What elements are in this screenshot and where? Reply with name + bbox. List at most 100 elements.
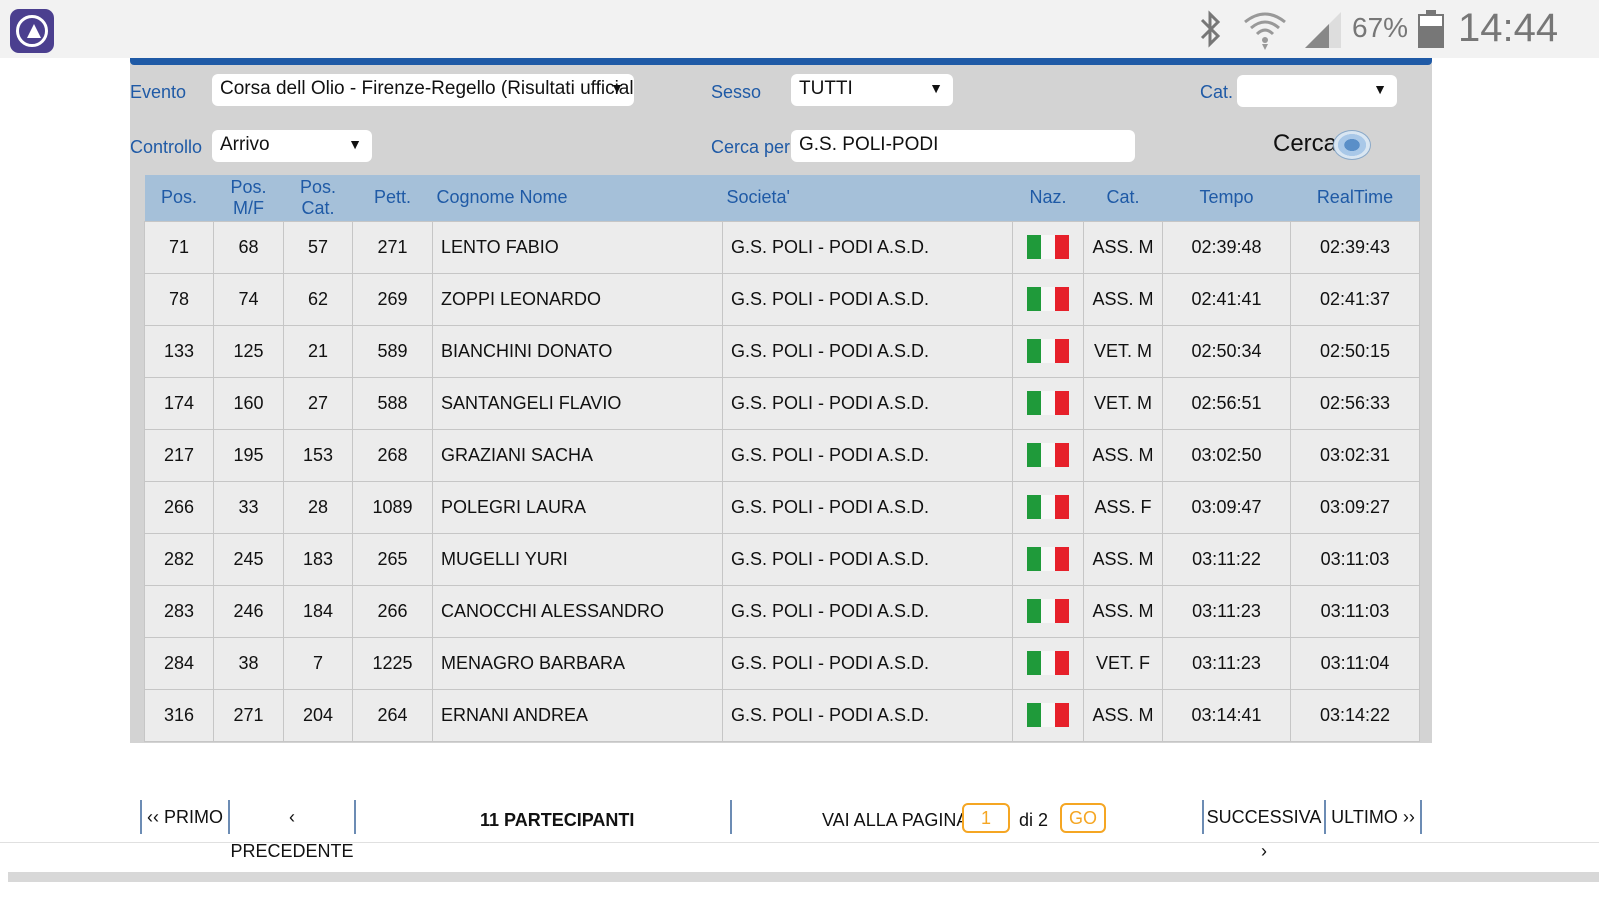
cell-pos: 174 (144, 376, 214, 430)
cell-tempo: 03:02:50 (1162, 428, 1291, 482)
cell-cat: ASS. M (1083, 272, 1163, 326)
cell-societa: G.S. POLI - PODI A.S.D. (722, 376, 1013, 430)
table-row[interactable]: 78 74 62 269 ZOPPI LEONARDO G.S. POLI - PODI … (144, 272, 1420, 326)
pagination: ‹‹ PRIMO ‹ PRECEDENTE 11 PARTECIPANTI VA… (0, 790, 1599, 861)
cell-realtime: 03:11:03 (1290, 532, 1420, 586)
precedente-button[interactable]: ‹ PRECEDENTE (228, 800, 356, 861)
cell-cat: ASS. M (1083, 584, 1163, 638)
col-naz[interactable]: Naz. (1012, 175, 1084, 221)
cell-naz (1012, 428, 1084, 482)
cell-nome: ZOPPI LEONARDO (432, 272, 723, 326)
cell-realtime: 02:39:43 (1290, 220, 1420, 274)
cell-pos-cat: 57 (283, 220, 353, 274)
bottom-scrollbar[interactable] (8, 872, 1599, 882)
cell-realtime: 03:11:03 (1290, 584, 1420, 638)
table-row[interactable]: 174 160 27 588 SANTANGELI FLAVIO G.S. POLI - … (144, 376, 1420, 430)
cell-cat: VET. F (1083, 636, 1163, 690)
table-row[interactable]: 133 125 21 589 BIANCHINI DONATO G.S. POLI - P… (144, 324, 1420, 378)
table-header-row: Pos. Pos. M/F Pos. Cat. Pett. Cognome No… (144, 175, 1420, 221)
cell-realtime: 02:50:15 (1290, 324, 1420, 378)
participants-count: 11 PARTECIPANTI (480, 810, 635, 830)
table-row[interactable]: 283 246 184 266 CANOCCHI ALESSANDRO G.S. POLI… (144, 584, 1420, 638)
cell-tempo: 02:41:41 (1162, 272, 1291, 326)
cell-pos-cat: 62 (283, 272, 353, 326)
cat-select[interactable]: ▼ (1237, 75, 1397, 107)
cell-societa: G.S. POLI - PODI A.S.D. (722, 688, 1013, 742)
cell-pett: 269 (352, 272, 433, 326)
cell-cat: ASS. M (1083, 532, 1163, 586)
table-row[interactable]: 316 271 204 264 ERNANI ANDREA G.S. POLI - POD… (144, 688, 1420, 742)
cell-nome: BIANCHINI DONATO (432, 324, 723, 378)
cell-pett: 271 (352, 220, 433, 274)
primo-button[interactable]: ‹‹ PRIMO (140, 800, 228, 834)
cell-pos: 133 (144, 324, 214, 378)
cell-pos-mf: 245 (213, 532, 284, 586)
cell-tempo: 02:56:51 (1162, 376, 1291, 430)
cell-tempo: 03:14:41 (1162, 688, 1291, 742)
table-row[interactable]: 284 38 7 1225 MENAGRO BARBARA G.S. POLI - POD… (144, 636, 1420, 690)
results-table: Pos. Pos. M/F Pos. Cat. Pett. Cognome No… (144, 175, 1420, 742)
table-row[interactable]: 217 195 153 268 GRAZIANI SACHA G.S. POLI - PO… (144, 428, 1420, 482)
cell-naz (1012, 636, 1084, 690)
cell-pos-cat: 153 (283, 428, 353, 482)
cat-label: Cat. (1200, 82, 1234, 102)
col-nome[interactable]: Cognome Nome (432, 175, 723, 221)
table-row[interactable]: 71 68 57 271 LENTO FABIO G.S. POLI - PODI A.S… (144, 220, 1420, 274)
cell-pos: 71 (144, 220, 214, 274)
col-pos-cat[interactable]: Pos. Cat. (283, 175, 353, 221)
cell-tempo: 02:50:34 (1162, 324, 1291, 378)
col-societa[interactable]: Societa' (722, 175, 1013, 221)
col-realtime[interactable]: RealTime (1290, 175, 1420, 221)
italy-flag-icon (1027, 391, 1069, 415)
page-number-input[interactable]: 1 (962, 803, 1010, 833)
cell-pos-mf: 33 (213, 480, 284, 534)
cerca-per-label: Cerca per (711, 137, 791, 157)
cell-pos: 284 (144, 636, 214, 690)
cell-cat: ASS. M (1083, 688, 1163, 742)
cell-pos-cat: 184 (283, 584, 353, 638)
italy-flag-icon (1027, 599, 1069, 623)
col-pos-mf[interactable]: Pos. M/F (213, 175, 284, 221)
successiva-button[interactable]: SUCCESSIVA › (1202, 800, 1326, 861)
cell-naz (1012, 324, 1084, 378)
cell-pos: 282 (144, 532, 214, 586)
battery-percent: 67% (1352, 12, 1409, 43)
cell-pett: 266 (352, 584, 433, 638)
italy-flag-icon (1027, 651, 1069, 675)
vai-alla-pagina-label: VAI ALLA PAGINA (822, 810, 969, 830)
cell-nome: SANTANGELI FLAVIO (432, 376, 723, 430)
col-pos[interactable]: Pos. (144, 175, 214, 221)
col-cat[interactable]: Cat. (1083, 175, 1163, 221)
cell-realtime: 03:09:27 (1290, 480, 1420, 534)
cell-pos-cat: 28 (283, 480, 353, 534)
chevron-down-icon: ▼ (1373, 81, 1387, 97)
cell-pos-mf: 246 (213, 584, 284, 638)
go-button[interactable]: GO (1060, 803, 1106, 833)
table-row[interactable]: 266 33 28 1089 POLEGRI LAURA G.S. POLI - PODI… (144, 480, 1420, 534)
cell-societa: G.S. POLI - PODI A.S.D. (722, 480, 1013, 534)
app-icon[interactable] (10, 9, 54, 53)
pager-divider (730, 800, 732, 834)
cell-pos-cat: 21 (283, 324, 353, 378)
signal-icon (1305, 12, 1341, 48)
table-row[interactable]: 282 245 183 265 MUGELLI YURI G.S. POLI - PODI… (144, 532, 1420, 586)
cell-pos-mf: 125 (213, 324, 284, 378)
cell-naz (1012, 220, 1084, 274)
cerca-per-input[interactable]: G.S. POLI-PODI (791, 130, 1135, 162)
wifi-icon (1244, 12, 1286, 50)
bluetooth-icon (1200, 10, 1221, 48)
search-eye-icon[interactable] (1333, 130, 1371, 160)
sesso-select[interactable]: TUTTI ▼ (791, 74, 953, 106)
col-pett[interactable]: Pett. (352, 175, 433, 221)
controllo-select[interactable]: Arrivo ▼ (212, 130, 372, 162)
cell-nome: GRAZIANI SACHA (432, 428, 723, 482)
cell-nome: ERNANI ANDREA (432, 688, 723, 742)
cell-societa: G.S. POLI - PODI A.S.D. (722, 532, 1013, 586)
evento-select[interactable]: Corsa dell Olio - Firenze-Regello (Risul… (212, 74, 634, 106)
italy-flag-icon (1027, 339, 1069, 363)
cell-pos-cat: 183 (283, 532, 353, 586)
ultimo-button[interactable]: ULTIMO ›› (1326, 800, 1422, 834)
cerca-button[interactable]: Cerca (1273, 130, 1337, 158)
col-tempo[interactable]: Tempo (1162, 175, 1291, 221)
cell-pos-mf: 68 (213, 220, 284, 274)
